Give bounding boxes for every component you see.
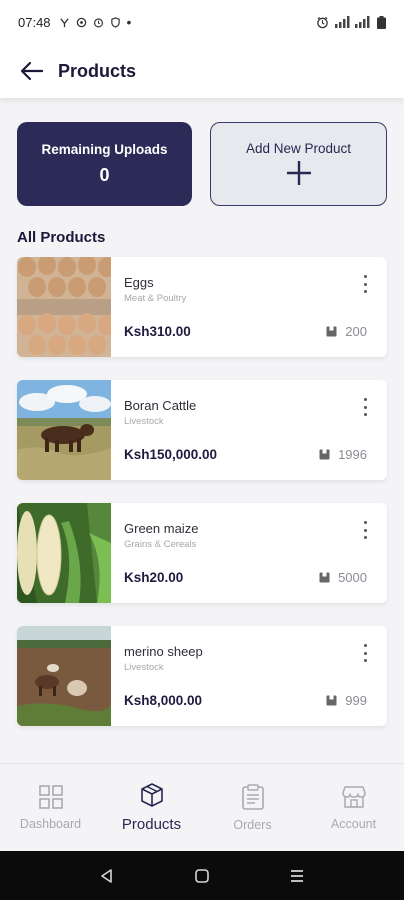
product-image (17, 380, 111, 480)
settings-icon (76, 17, 86, 27)
status-bar: 07:48 • (0, 0, 404, 44)
alarm-icon (93, 17, 103, 27)
product-image (17, 626, 111, 726)
remaining-uploads-label: Remaining Uploads (41, 142, 168, 157)
back-button[interactable] (18, 57, 46, 85)
arrow-left-icon (20, 61, 44, 81)
nav-label: Account (330, 816, 377, 831)
product-name: Boran Cattle (124, 398, 197, 413)
section-title: All Products (17, 229, 106, 246)
nav-products[interactable]: Products (101, 764, 202, 851)
box-icon (319, 572, 330, 583)
product-list: Eggs Meat & Poultry Ksh310.00 200 Boran … (17, 257, 387, 749)
product-stock: 200 (326, 324, 367, 339)
product-card[interactable]: Eggs Meat & Poultry Ksh310.00 200 (17, 257, 387, 357)
add-new-product-label: Add New Product (245, 140, 352, 156)
app-header: Products (0, 44, 404, 98)
nav-label: Dashboard (19, 816, 82, 831)
product-category: Grains & Cereals (124, 539, 197, 550)
home-square-icon[interactable] (194, 868, 210, 884)
product-category: Livestock (124, 416, 164, 427)
product-price: Ksh310.00 (124, 324, 191, 339)
nav-orders[interactable]: Orders (202, 764, 303, 851)
product-card[interactable]: Green maize Grains & Cereals Ksh20.00 50… (17, 503, 387, 603)
alarm-clock-icon (317, 16, 328, 28)
nav-dashboard[interactable]: Dashboard (0, 764, 101, 851)
signal-icon (335, 16, 370, 28)
product-card[interactable]: Boran Cattle Livestock Ksh150,000.00 199… (17, 380, 387, 480)
nav-account[interactable]: Account (303, 764, 404, 851)
system-navigation-bar (0, 851, 404, 900)
fork-icon (59, 17, 69, 27)
dot-icon: • (126, 14, 132, 30)
clipboard-icon (241, 783, 264, 810)
more-options-icon[interactable] (357, 519, 373, 541)
stock-count: 999 (345, 693, 367, 708)
product-category: Meat & Poultry (124, 293, 187, 304)
product-price: Ksh8,000.00 (124, 693, 203, 708)
product-category: Livestock (124, 662, 164, 673)
product-image (17, 257, 111, 357)
nav-label: Products (121, 816, 182, 833)
main-content[interactable]: Remaining Uploads 0 Add New Product All … (0, 98, 404, 763)
box-icon (140, 783, 163, 807)
box-icon (326, 695, 337, 706)
product-card[interactable]: merino sheep Livestock Ksh8,000.00 999 (17, 626, 387, 726)
plus-icon (286, 160, 311, 185)
stock-count: 200 (345, 324, 367, 339)
remaining-uploads-value: 0 (99, 165, 110, 185)
summary-row: Remaining Uploads 0 Add New Product (17, 122, 387, 206)
more-options-icon[interactable] (357, 273, 373, 295)
dashboard-icon (38, 784, 63, 809)
more-options-icon[interactable] (357, 642, 373, 664)
add-new-product-button[interactable]: Add New Product (210, 122, 387, 206)
recents-menu-icon[interactable] (289, 868, 305, 884)
product-stock: 5000 (319, 570, 367, 585)
product-name: merino sheep (124, 644, 203, 659)
product-name: Eggs (124, 275, 154, 290)
nav-label: Orders (233, 817, 272, 832)
shield-icon (110, 16, 120, 28)
product-stock: 1996 (319, 447, 367, 462)
box-icon (319, 449, 330, 460)
product-price: Ksh20.00 (124, 570, 184, 585)
bottom-navigation: Dashboard Products Orders Account (0, 763, 404, 851)
box-icon (326, 326, 337, 337)
battery-icon (377, 15, 386, 29)
notification-icons: • (59, 14, 132, 30)
stock-count: 1996 (338, 447, 367, 462)
store-icon (341, 785, 366, 808)
status-time: 07:48 (18, 14, 51, 30)
product-price: Ksh150,000.00 (124, 447, 218, 462)
remaining-uploads-card: Remaining Uploads 0 (17, 122, 192, 206)
back-triangle-icon[interactable] (99, 868, 115, 884)
product-stock: 999 (326, 693, 367, 708)
product-name: Green maize (124, 521, 199, 536)
page-title: Products (58, 60, 137, 81)
product-image (17, 503, 111, 603)
stock-count: 5000 (338, 570, 367, 585)
more-options-icon[interactable] (357, 396, 373, 418)
